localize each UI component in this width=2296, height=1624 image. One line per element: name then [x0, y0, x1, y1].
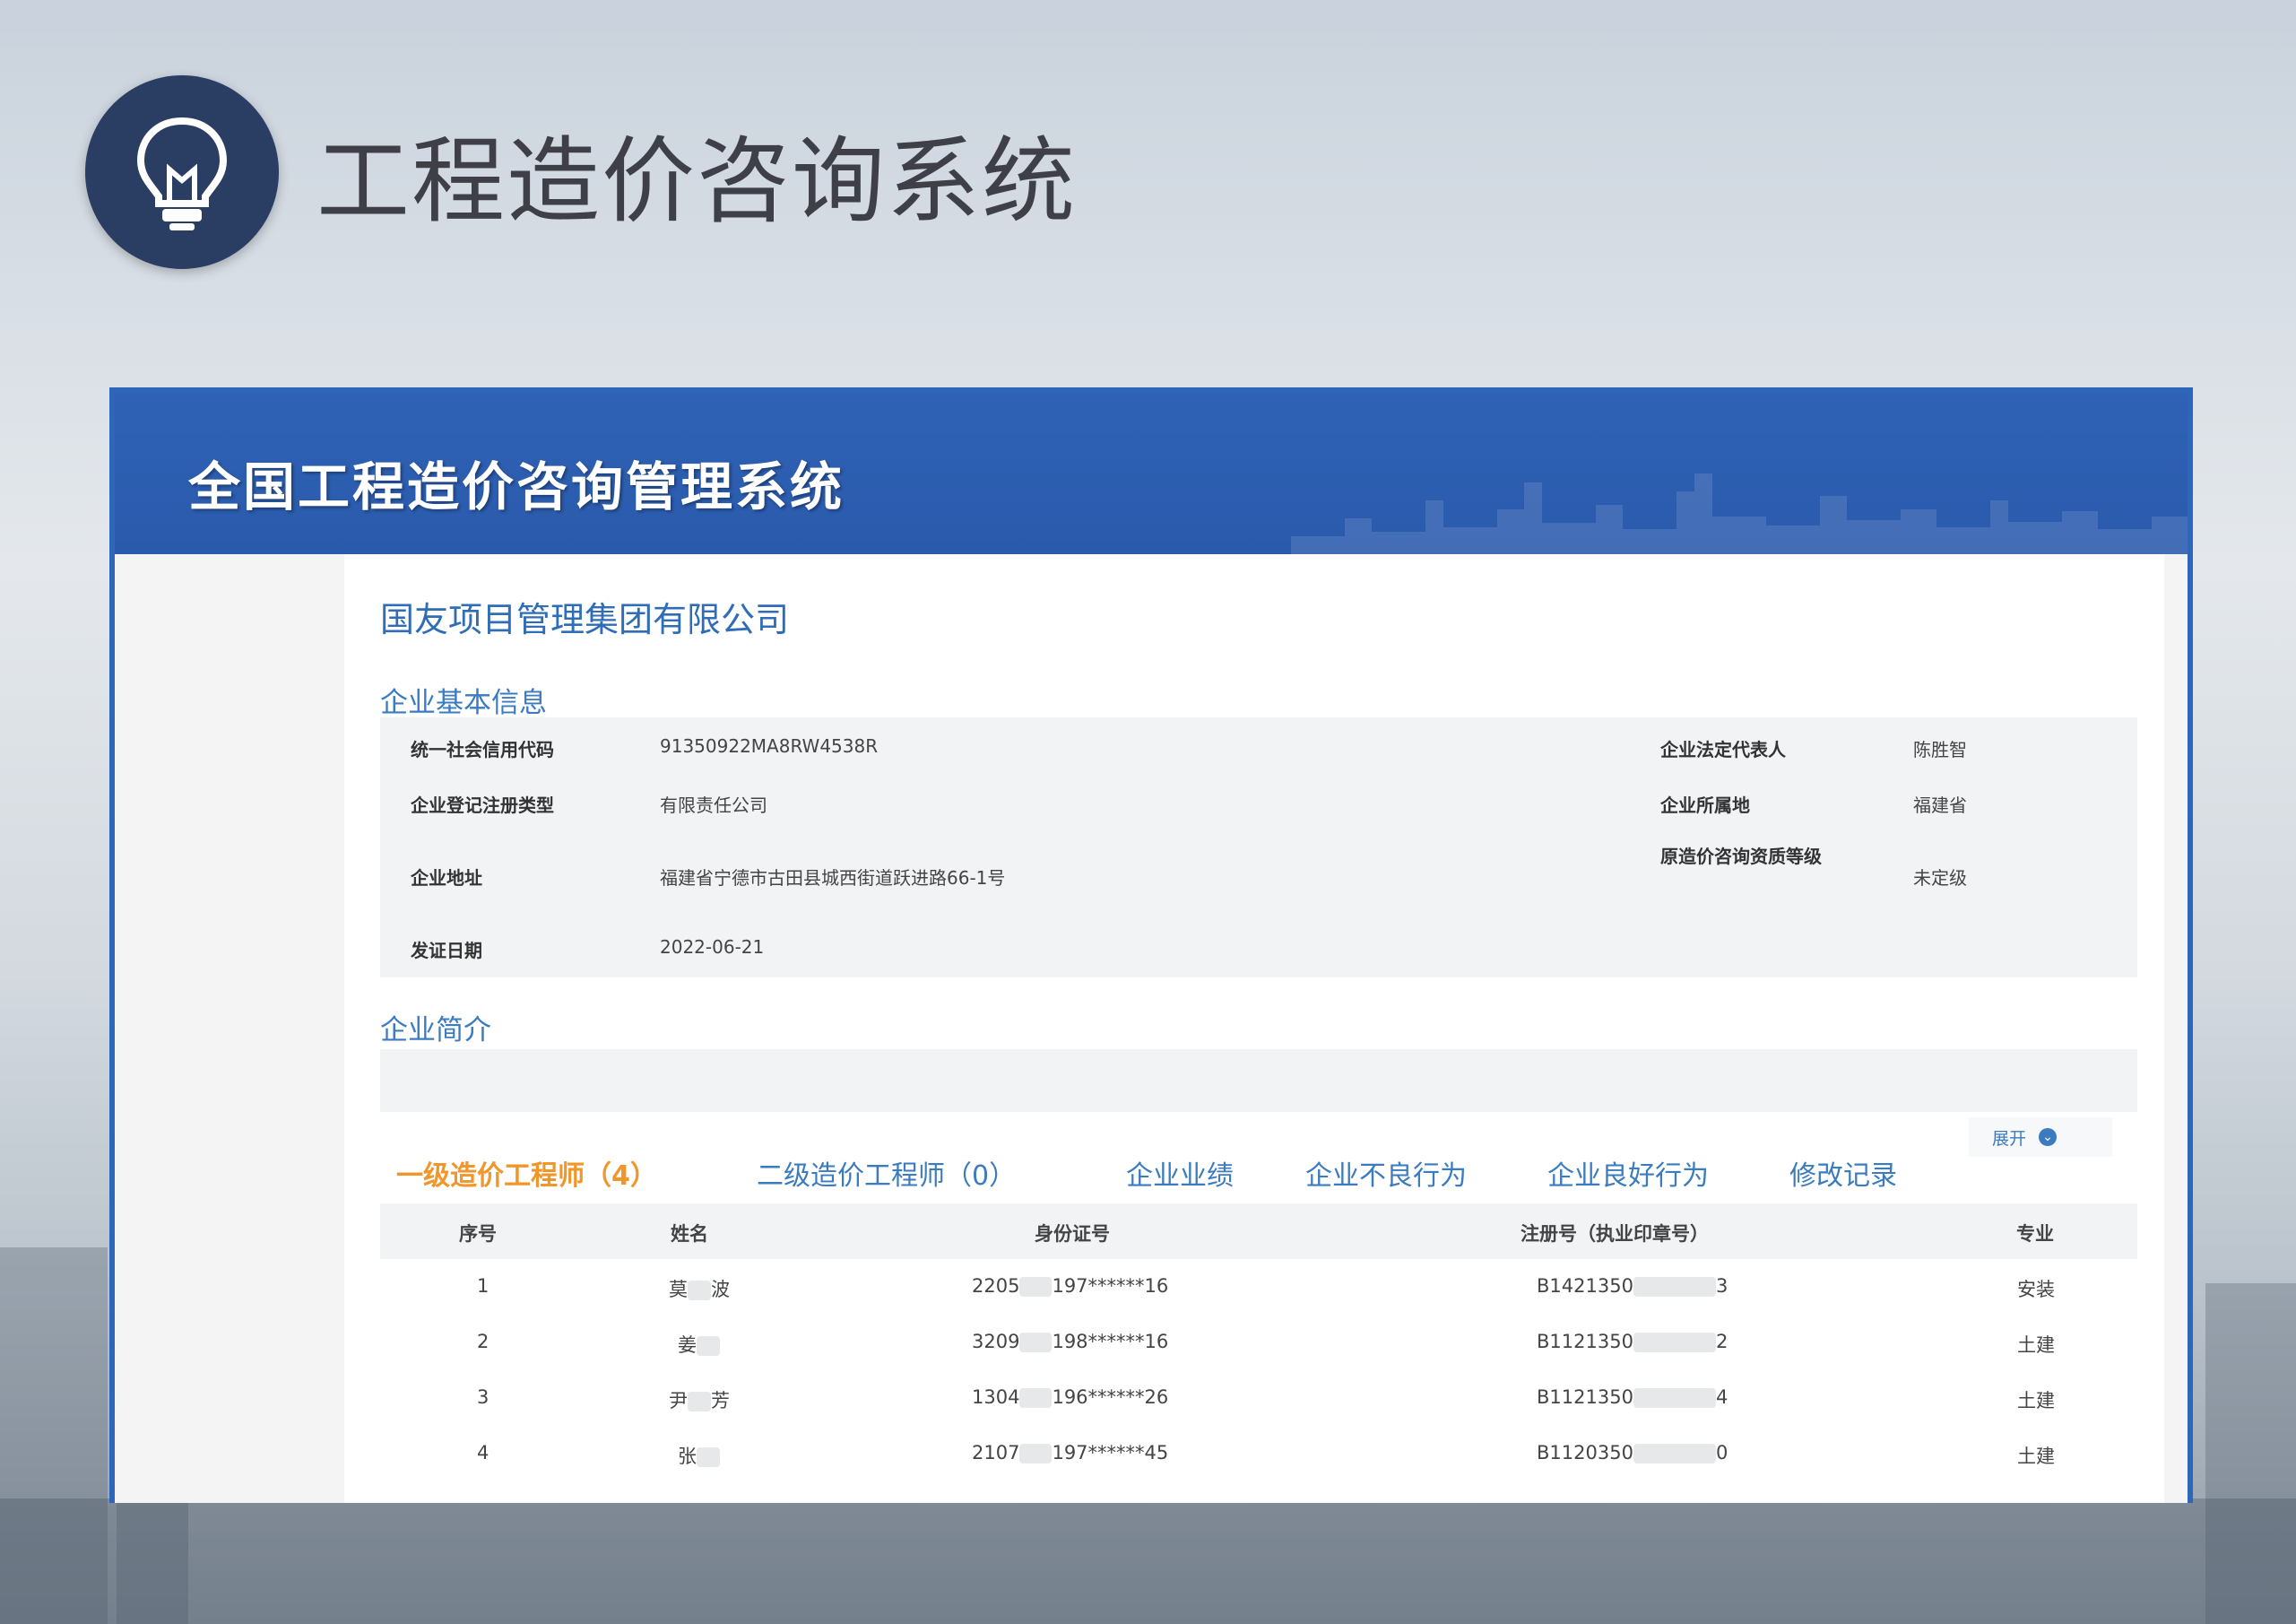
city-silhouette-icon — [1291, 473, 2188, 554]
qualification-label: 原造价咨询资质等级 — [1660, 846, 1822, 867]
row-reg: B1121350 2 — [1537, 1331, 1728, 1352]
table-header: 序号 姓名 身份证号 注册号（执业印章号） 专业 — [380, 1203, 2137, 1259]
tab-grade1-engineers[interactable]: 一级造价工程师（4） — [396, 1153, 657, 1193]
row-no: 4 — [477, 1442, 490, 1463]
reg-type-value: 有限责任公司 — [660, 795, 767, 816]
col-name: 姓名 — [671, 1223, 708, 1245]
tab-bad-behavior[interactable]: 企业不良行为 — [1305, 1153, 1467, 1193]
row-name: 莫波 — [669, 1279, 730, 1300]
table-row[interactable]: 1 莫波 2205 197******16 B1421350 3 安装 — [380, 1259, 2137, 1315]
row-no: 2 — [477, 1331, 490, 1352]
row-reg: B1120350 0 — [1537, 1442, 1728, 1463]
reg-type-label: 企业登记注册类型 — [411, 795, 554, 816]
system-title: 全国工程造价咨询管理系统 — [188, 456, 845, 517]
basic-info-table: 统一社会信用代码 91350922MA8RW4538R 企业法定代表人 陈胜智 … — [380, 717, 2137, 977]
lightbulb-icon — [85, 75, 279, 269]
row-major: 土建 — [2017, 1446, 2055, 1467]
row-reg: B1121350 4 — [1537, 1386, 1728, 1408]
row-no: 1 — [477, 1275, 490, 1297]
expand-button[interactable]: 展开 ⌄ — [1969, 1117, 2112, 1157]
row-name: 尹芳 — [669, 1390, 730, 1411]
row-major: 土建 — [2017, 1390, 2055, 1411]
row-major: 安装 — [2017, 1279, 2055, 1300]
tab-performance[interactable]: 企业业绩 — [1126, 1153, 1234, 1193]
qualification-value: 未定级 — [1913, 867, 1967, 889]
intro-content — [380, 1049, 2137, 1112]
table-row[interactable]: 4 张 2107 197******45 B1120350 0 土建 — [380, 1426, 2137, 1481]
row-major: 土建 — [2017, 1334, 2055, 1356]
info-row-credit: 统一社会信用代码 91350922MA8RW4538R 企业法定代表人 陈胜智 — [380, 735, 2137, 771]
expand-label: 展开 — [1992, 1128, 2027, 1149]
info-row-type: 企业登记注册类型 有限责任公司 企业所属地 福建省 — [380, 791, 2137, 827]
screenshot-frame: 全国工程造价咨询管理系统 国友项目管理集团有限公司 企业基本信息 统一社会信用代… — [109, 387, 2193, 1503]
tab-bar: 一级造价工程师（4） 二级造价工程师（0） 企业业绩 企业不良行为 企业良好行为… — [380, 1153, 2137, 1205]
issue-date-value: 2022-06-21 — [660, 936, 765, 958]
tab-grade2-engineers[interactable]: 二级造价工程师（0） — [757, 1153, 1016, 1193]
credit-code-label: 统一社会信用代码 — [411, 739, 554, 760]
address-value: 福建省宁德市古田县城西街道跃进路66-1号 — [660, 867, 1006, 889]
col-no: 序号 — [459, 1223, 497, 1245]
col-major: 专业 — [2016, 1223, 2054, 1245]
col-reg: 注册号（执业印章号） — [1521, 1223, 1709, 1245]
row-id: 2107 197******45 — [972, 1442, 1169, 1463]
tab-change-log[interactable]: 修改记录 — [1789, 1153, 1897, 1193]
row-no: 3 — [477, 1386, 490, 1408]
slide-header: 工程造价咨询系统 — [85, 74, 1077, 271]
content-area: 国友项目管理集团有限公司 企业基本信息 统一社会信用代码 91350922MA8… — [115, 554, 2188, 1503]
info-row-address: 企业地址 福建省宁德市古田县城西街道跃进路66-1号 原造价咨询资质等级 未定级 — [380, 846, 2137, 917]
location-value: 福建省 — [1913, 795, 1967, 816]
basic-info-heading: 企业基本信息 — [380, 687, 547, 719]
table-row[interactable]: 2 姜 3209 198******16 B1121350 2 土建 — [380, 1315, 2137, 1370]
chevron-down-icon: ⌄ — [2039, 1128, 2058, 1146]
tab-good-behavior[interactable]: 企业良好行为 — [1547, 1153, 1709, 1193]
table-row[interactable]: 3 尹芳 1304 196******26 B1121350 4 土建 — [380, 1370, 2137, 1426]
legal-rep-value: 陈胜智 — [1913, 739, 1967, 760]
credit-code-value: 91350922MA8RW4538R — [660, 735, 879, 757]
row-id: 2205 197******16 — [972, 1275, 1169, 1297]
system-banner: 全国工程造价咨询管理系统 — [115, 393, 2188, 554]
location-label: 企业所属地 — [1660, 795, 1750, 816]
intro-heading: 企业简介 — [380, 1014, 491, 1046]
legal-rep-label: 企业法定代表人 — [1660, 739, 1786, 760]
row-id: 3209 198******16 — [972, 1331, 1169, 1352]
address-label: 企业地址 — [411, 867, 482, 889]
row-reg: B1421350 3 — [1537, 1275, 1728, 1297]
row-id: 1304 196******26 — [972, 1386, 1169, 1408]
company-name: 国友项目管理集团有限公司 — [380, 600, 790, 639]
col-id: 身份证号 — [1035, 1223, 1110, 1245]
issue-date-label: 发证日期 — [411, 940, 482, 961]
slide-title: 工程造价咨询系统 — [316, 126, 1078, 236]
row-name: 姜 — [678, 1331, 720, 1358]
company-panel: 国友项目管理集团有限公司 企业基本信息 统一社会信用代码 91350922MA8… — [344, 554, 2164, 1503]
row-name: 张 — [678, 1442, 720, 1469]
info-row-issue-date: 发证日期 2022-06-21 — [380, 936, 2137, 972]
